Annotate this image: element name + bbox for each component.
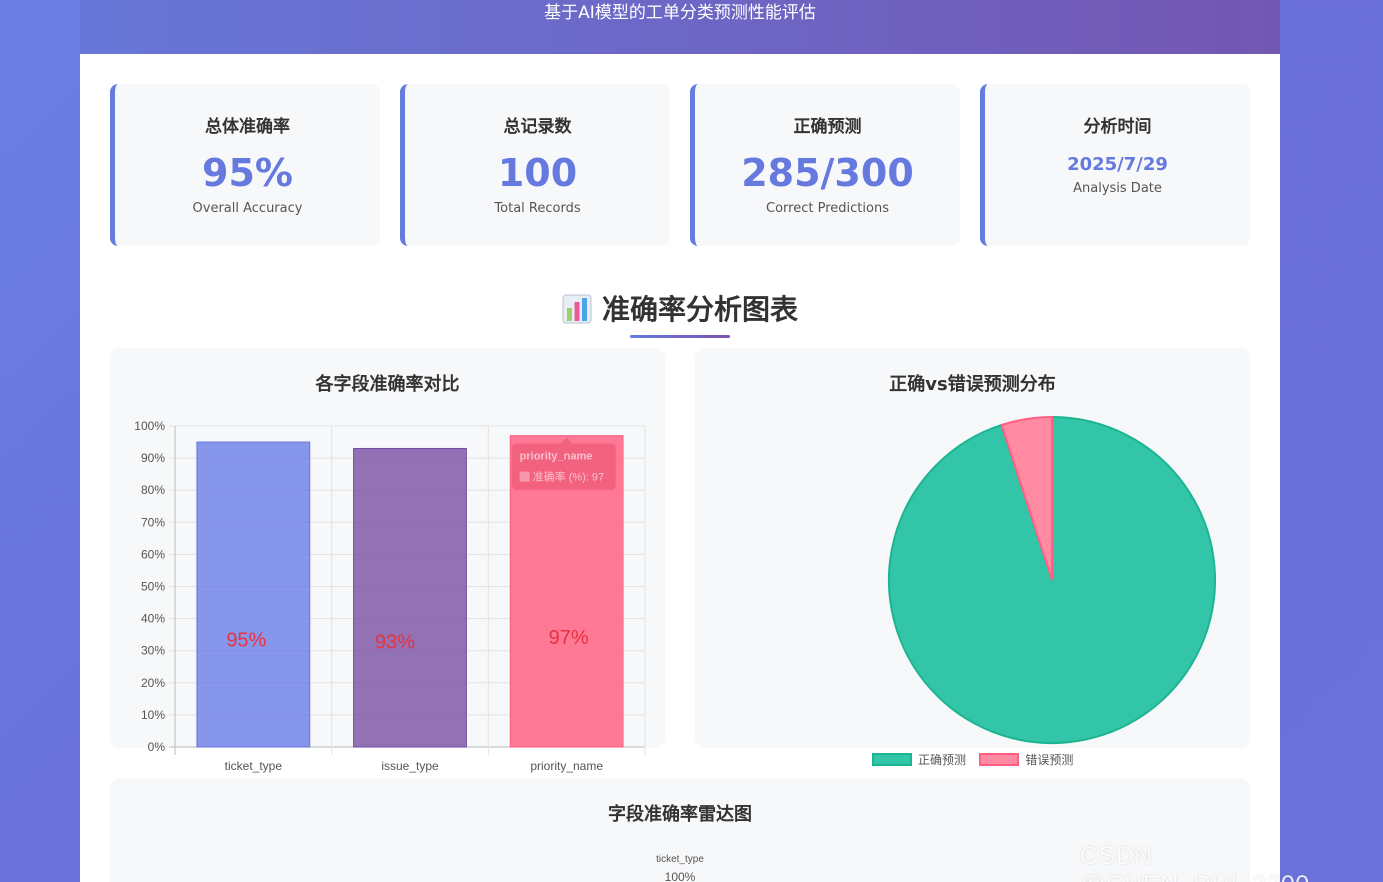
section-title: 准确率分析图表	[80, 290, 1280, 335]
x-tick-label: priority_name	[530, 759, 603, 773]
bar-data-label: 93%	[375, 631, 415, 653]
card-correct-predictions: 正确预测 285/300 Correct Predictions	[690, 84, 960, 246]
card-title: 分析时间	[1083, 117, 1152, 137]
bar-chart-icon	[562, 294, 592, 335]
y-tick-label: 70%	[141, 515, 165, 529]
section-title-text: 准确率分析图表	[601, 293, 798, 326]
bar-chart-title: 各字段准确率对比	[315, 374, 460, 395]
y-tick-label: 10%	[141, 708, 165, 722]
legend-label: 错误预测	[1025, 753, 1074, 767]
card-title: 正确预测	[793, 117, 862, 137]
x-tick-label: issue_type	[381, 759, 439, 773]
radar-tick-label: 100%	[664, 870, 696, 882]
bar	[353, 447, 467, 748]
radar-axis-label: ticket_type	[656, 854, 704, 865]
summary-cards: 总体准确率 95% Overall Accuracy 总记录数 100 Tota…	[110, 84, 1250, 246]
bar-tooltip: priority_name 准确率 (%): 97	[511, 437, 616, 490]
y-tick-label: 30%	[141, 644, 165, 658]
legend-label: 正确预测	[918, 753, 967, 767]
header-subtitle: 基于AI模型的工单分类预测性能评估	[544, 3, 816, 23]
bar	[196, 441, 311, 748]
title-underline	[630, 335, 730, 338]
legend-swatch	[979, 753, 1020, 766]
y-tick-label: 50%	[141, 580, 165, 594]
watermark: CSDN @CHEN_RUI_2200	[1080, 842, 1309, 882]
card-title: 总记录数	[503, 117, 572, 137]
y-tick-label: 60%	[141, 547, 165, 561]
x-tick-label: ticket_type	[225, 759, 283, 773]
card-subtitle: Overall Accuracy	[192, 201, 303, 216]
bar-data-label: 95%	[226, 629, 266, 651]
legend-swatch	[872, 753, 912, 766]
legend-item-wrong[interactable]: 错误预测	[979, 751, 1073, 768]
card-subtitle: Total Records	[494, 201, 581, 216]
card-value: 285/300	[741, 151, 914, 195]
radar-chart-title: 字段准确率雷达图	[608, 804, 752, 825]
pie-chart	[888, 415, 1216, 744]
report-header: 基于AI模型的工单分类预测性能评估	[80, 0, 1280, 54]
card-subtitle: Analysis Date	[1073, 181, 1162, 196]
card-title: 总体准确率	[205, 117, 290, 137]
card-value: 95%	[202, 151, 293, 195]
pie-legend[interactable]: 正确预测 错误预测	[872, 751, 1083, 768]
card-overall-accuracy: 总体准确率 95% Overall Accuracy	[110, 84, 380, 246]
bar-data-label: 97%	[549, 627, 589, 649]
report-page: 基于AI模型的工单分类预测性能评估 总体准确率 95% Overall Accu…	[80, 0, 1280, 882]
card-value: 100	[497, 151, 578, 195]
y-tick-label: 40%	[141, 612, 165, 626]
card-total-records: 总记录数 100 Total Records	[400, 84, 670, 246]
tooltip-body: 准确率 (%): 97	[533, 470, 605, 484]
tooltip-swatch	[519, 471, 530, 482]
card-analysis-date: 分析时间 2025/7/29 Analysis Date	[980, 84, 1250, 246]
pie-chart-title: 正确vs错误预测分布	[889, 374, 1056, 395]
radar-chart-panel: 字段准确率雷达图 ticket_type 100%	[110, 778, 1250, 882]
legend-item-correct[interactable]: 正确预测	[872, 751, 966, 768]
card-value: 2025/7/29	[1067, 154, 1168, 175]
y-tick-label: 80%	[141, 483, 165, 497]
y-tick-label: 0%	[148, 740, 166, 754]
card-subtitle: Correct Predictions	[766, 201, 889, 216]
y-tick-label: 100%	[134, 419, 165, 433]
y-tick-label: 90%	[141, 451, 165, 465]
tooltip-title: priority_name	[520, 451, 593, 463]
bar-chart: 0% 10% 20% 30% 40% 50% 60% 70% 80% 90% 100% 95% tick…	[134, 419, 646, 773]
y-tick-label: 20%	[141, 676, 165, 690]
